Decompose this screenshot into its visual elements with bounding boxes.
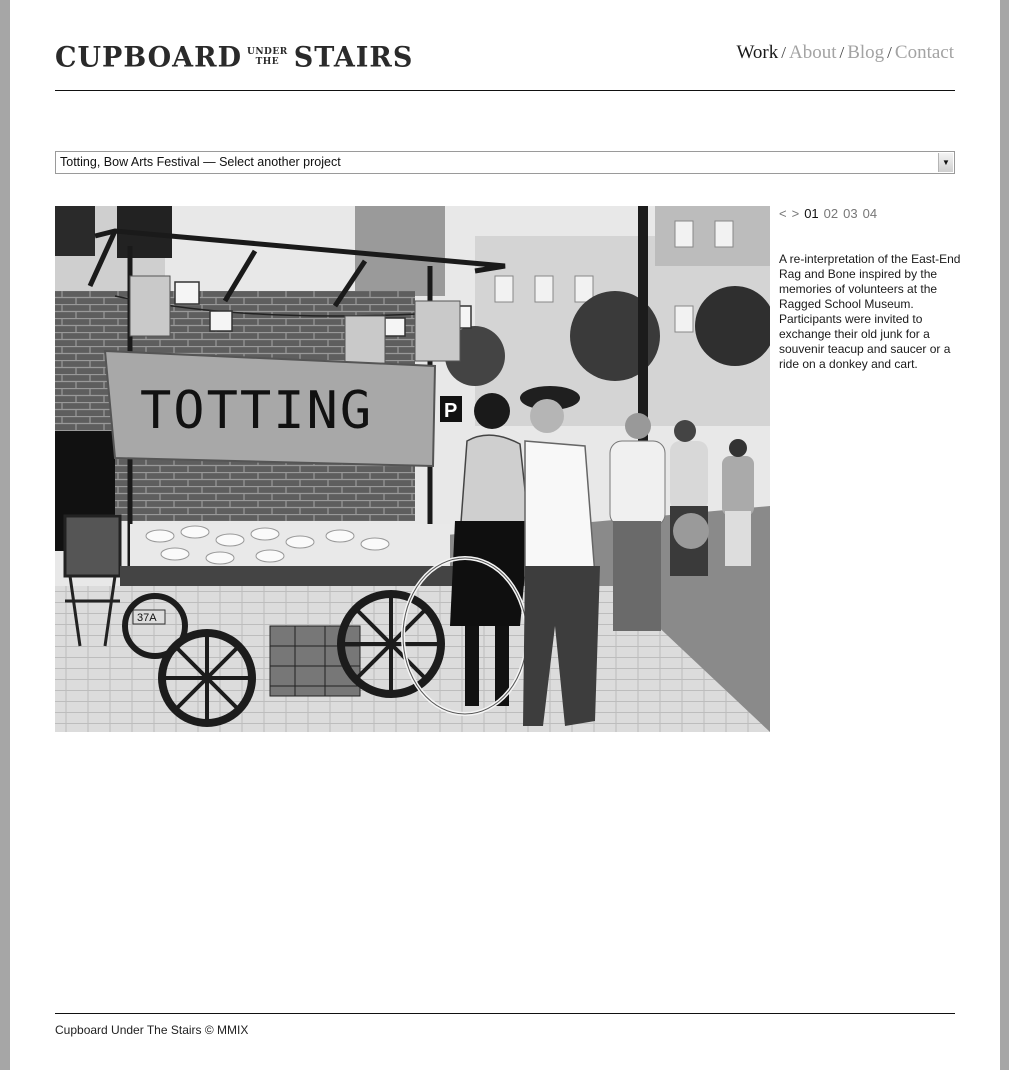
chevron-down-icon[interactable]: ▼ — [938, 153, 953, 172]
logo-small-words: UNDER THE — [247, 47, 288, 67]
prev-arrow-icon[interactable]: < — [779, 206, 787, 221]
page: CUPBOARD UNDER THE STAIRS Work / About / Blo… — [10, 0, 1000, 1070]
nav-contact[interactable]: Contact — [895, 42, 954, 63]
project-select[interactable]: Totting, Bow Arts Festival — Select anot… — [55, 151, 955, 174]
cart-number: 37A — [137, 612, 157, 624]
pager-page-02[interactable]: 02 — [824, 206, 838, 221]
main-nav: Work / About / Blog / Contact — [736, 42, 954, 64]
nav-blog[interactable]: Blog — [847, 42, 884, 63]
logo-word-under: UNDER — [246, 47, 288, 57]
nav-separator: / — [839, 43, 845, 62]
image-pager: < >01 02 03 04 — [779, 206, 882, 221]
parking-sign-text: P — [444, 400, 457, 422]
pager-page-04[interactable]: 04 — [863, 206, 877, 221]
header-divider — [55, 90, 955, 91]
project-select-value: Totting, Bow Arts Festival — Select anot… — [60, 155, 341, 169]
pager-page-03[interactable]: 03 — [843, 206, 857, 221]
footer-divider — [55, 1013, 955, 1014]
nav-work[interactable]: Work — [736, 42, 778, 63]
nav-about[interactable]: About — [789, 42, 837, 63]
next-arrow-icon[interactable]: > — [792, 206, 800, 221]
pager-page-01[interactable]: 01 — [804, 206, 818, 221]
nav-separator: / — [781, 43, 786, 62]
project-description: A re-interpretation of the East-End Rag … — [779, 252, 961, 371]
nav-separator: / — [887, 43, 892, 62]
logo-word-stairs: STAIRS — [293, 40, 414, 74]
site-logo[interactable]: CUPBOARD UNDER THE STAIRS — [55, 40, 413, 74]
logo-word-the: THE — [255, 57, 280, 67]
project-photo: TOTTING P 37A — [55, 206, 770, 732]
logo-word-cupboard: CUPBOARD — [55, 40, 242, 74]
banner-text: TOTTING — [140, 381, 373, 441]
footer-copyright: Cupboard Under The Stairs © MMIX — [55, 1023, 249, 1037]
